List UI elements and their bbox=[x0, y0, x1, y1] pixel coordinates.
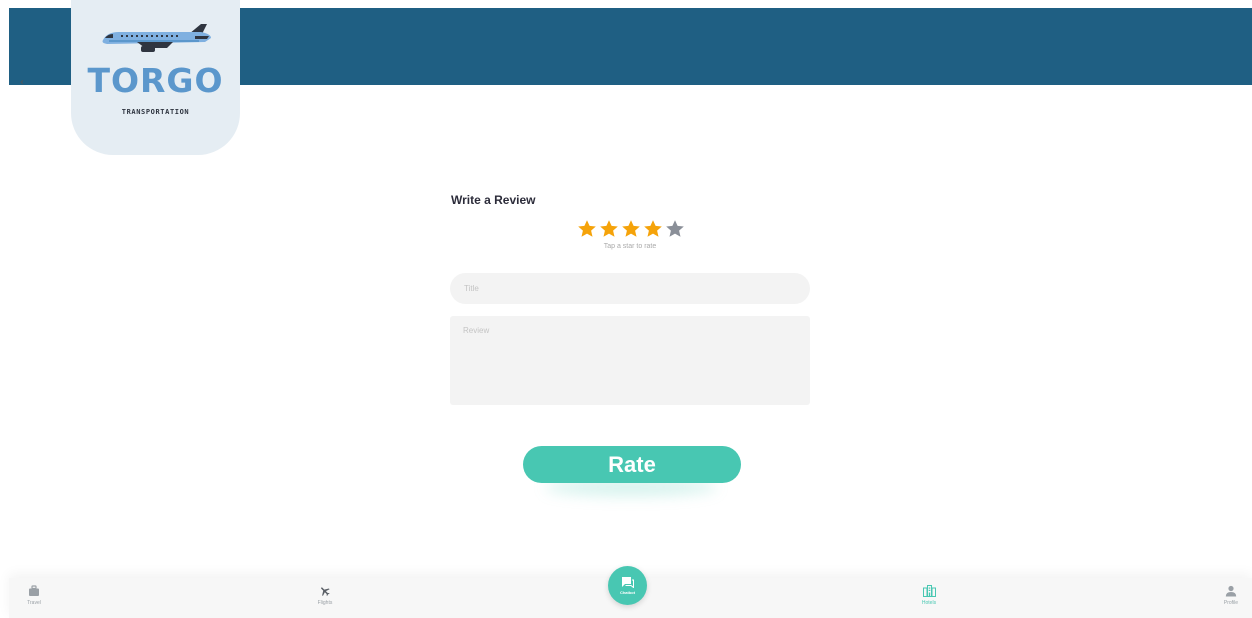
app-root: ‹ TORGO TRANSPORTATION Write a Review Ta… bbox=[0, 0, 1252, 618]
hotel-icon bbox=[922, 585, 936, 597]
star-filled-icon[interactable] bbox=[577, 219, 597, 239]
title-input[interactable] bbox=[450, 273, 810, 304]
star-filled-icon[interactable] bbox=[621, 219, 641, 239]
chatbot-button[interactable]: Chatbot bbox=[608, 566, 647, 605]
star-filled-icon[interactable] bbox=[599, 219, 619, 239]
chat-icon bbox=[622, 577, 634, 588]
nav-label-flights: Flights bbox=[317, 600, 333, 606]
page-title: Write a Review bbox=[451, 193, 536, 207]
review-textarea[interactable] bbox=[450, 316, 810, 405]
nav-label-profile: Profile bbox=[1223, 600, 1239, 606]
briefcase-icon bbox=[29, 585, 39, 596]
nav-item-hotels[interactable]: Hotels bbox=[899, 585, 959, 606]
plane-icon bbox=[321, 587, 330, 596]
nav-item-travel[interactable]: Travel bbox=[4, 585, 64, 606]
nav-label-hotels: Hotels bbox=[921, 600, 937, 606]
rate-button[interactable]: Rate bbox=[523, 446, 741, 483]
back-icon[interactable]: ‹ bbox=[20, 78, 24, 88]
star-rating bbox=[577, 219, 687, 241]
user-icon bbox=[1225, 585, 1237, 597]
star-empty-icon[interactable] bbox=[665, 219, 685, 239]
logo: TORGO TRANSPORTATION bbox=[71, 0, 240, 155]
chatbot-label: Chatbot bbox=[619, 590, 636, 595]
nav-item-flights[interactable]: Flights bbox=[295, 585, 355, 606]
star-filled-icon[interactable] bbox=[643, 219, 663, 239]
airplane-logo-icon bbox=[102, 24, 211, 52]
logo-title: TORGO bbox=[87, 61, 224, 100]
nav-item-profile[interactable]: Profile bbox=[1201, 585, 1252, 606]
nav-label-travel: Travel bbox=[27, 600, 41, 606]
rating-hint: Tap a star to rate bbox=[603, 243, 657, 250]
logo-subtitle: TRANSPORTATION bbox=[121, 108, 190, 116]
